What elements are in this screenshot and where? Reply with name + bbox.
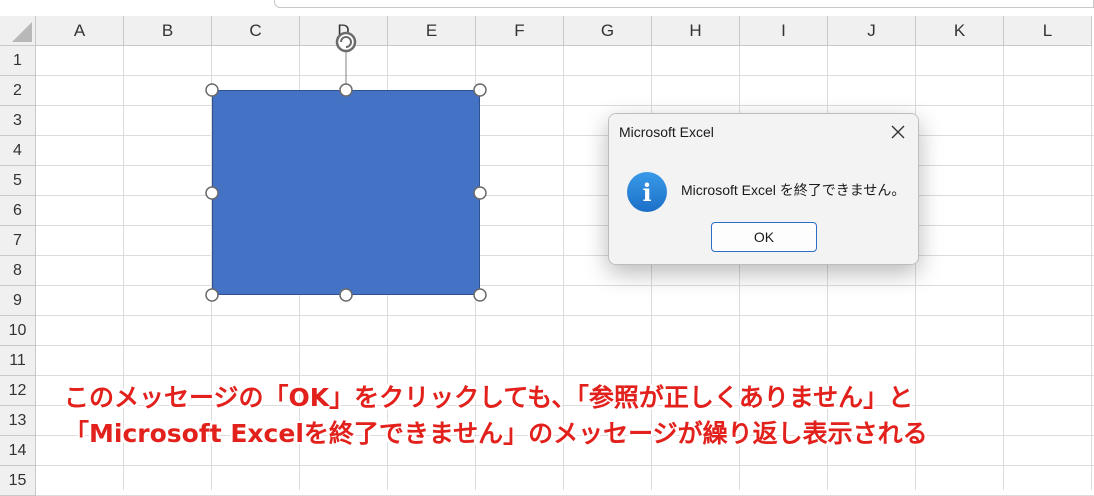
- rotate-handle-icon[interactable]: [335, 31, 357, 53]
- message-dialog: Microsoft Excel i Microsoft Excel を終了できま…: [608, 113, 919, 265]
- gridline-vertical: [1003, 46, 1004, 490]
- gridline-horizontal: [36, 75, 1094, 76]
- row-header-4[interactable]: 4: [0, 136, 36, 166]
- resize-handle-left[interactable]: [205, 186, 219, 200]
- row-header-8[interactable]: 8: [0, 256, 36, 286]
- gridline-horizontal: [36, 465, 1094, 466]
- column-header-g[interactable]: G: [564, 16, 652, 46]
- row-header-2[interactable]: 2: [0, 76, 36, 106]
- ok-button[interactable]: OK: [711, 222, 817, 252]
- formula-bar-edge: [274, 0, 1094, 8]
- dialog-title: Microsoft Excel: [619, 124, 714, 140]
- resize-handle-top-left[interactable]: [205, 83, 219, 97]
- dialog-body: i Microsoft Excel を終了できません。 OK: [609, 150, 918, 264]
- row-header-7[interactable]: 7: [0, 226, 36, 256]
- column-header-i[interactable]: I: [740, 16, 828, 46]
- gridline-horizontal: [36, 165, 1094, 166]
- info-icon: i: [627, 172, 667, 212]
- close-icon[interactable]: [886, 120, 910, 144]
- dialog-message: Microsoft Excel を終了できません。: [681, 182, 906, 198]
- column-header-a[interactable]: A: [36, 16, 124, 46]
- gridline-horizontal: [36, 135, 1094, 136]
- resize-handle-bottom-right[interactable]: [473, 288, 487, 302]
- gridline-vertical: [1091, 46, 1092, 490]
- selected-rectangle-shape[interactable]: [212, 90, 480, 295]
- gridline-horizontal: [36, 105, 1094, 106]
- resize-handle-bottom-left[interactable]: [205, 288, 219, 302]
- row-header-15[interactable]: 15: [0, 466, 36, 496]
- column-header-l[interactable]: L: [1004, 16, 1092, 46]
- gridline-horizontal: [36, 285, 1094, 286]
- column-header-b[interactable]: B: [124, 16, 212, 46]
- gridline-horizontal: [36, 225, 1094, 226]
- column-header-e[interactable]: E: [388, 16, 476, 46]
- row-header-10[interactable]: 10: [0, 316, 36, 346]
- gridline-horizontal: [36, 315, 1094, 316]
- resize-handle-right[interactable]: [473, 186, 487, 200]
- row-header-5[interactable]: 5: [0, 166, 36, 196]
- row-header-11[interactable]: 11: [0, 346, 36, 376]
- gridline-horizontal: [36, 195, 1094, 196]
- gridline-horizontal: [36, 255, 1094, 256]
- gridline-horizontal: [36, 345, 1094, 346]
- column-header-k[interactable]: K: [916, 16, 1004, 46]
- select-all-corner[interactable]: [0, 16, 36, 46]
- row-header-12[interactable]: 12: [0, 376, 36, 406]
- gridline-horizontal: [36, 375, 1094, 376]
- row-header-6[interactable]: 6: [0, 196, 36, 226]
- column-header-c[interactable]: C: [212, 16, 300, 46]
- column-header-j[interactable]: J: [828, 16, 916, 46]
- annotation-line-2: 「Microsoft Excelを終了できません」のメッセージが繰り返し表示され…: [64, 419, 928, 448]
- resize-handle-top-right[interactable]: [473, 83, 487, 97]
- row-header-13[interactable]: 13: [0, 406, 36, 436]
- row-header-3[interactable]: 3: [0, 106, 36, 136]
- row-header-9[interactable]: 9: [0, 286, 36, 316]
- resize-handle-bottom[interactable]: [339, 288, 353, 302]
- row-header-1[interactable]: 1: [0, 46, 36, 76]
- column-header-h[interactable]: H: [652, 16, 740, 46]
- resize-handle-top[interactable]: [339, 83, 353, 97]
- row-header-14[interactable]: 14: [0, 436, 36, 466]
- column-header-f[interactable]: F: [476, 16, 564, 46]
- dialog-titlebar: Microsoft Excel: [609, 114, 918, 150]
- annotation-line-1: このメッセージの「OK」をクリックしても、「参照が正しくありません」と: [64, 383, 914, 412]
